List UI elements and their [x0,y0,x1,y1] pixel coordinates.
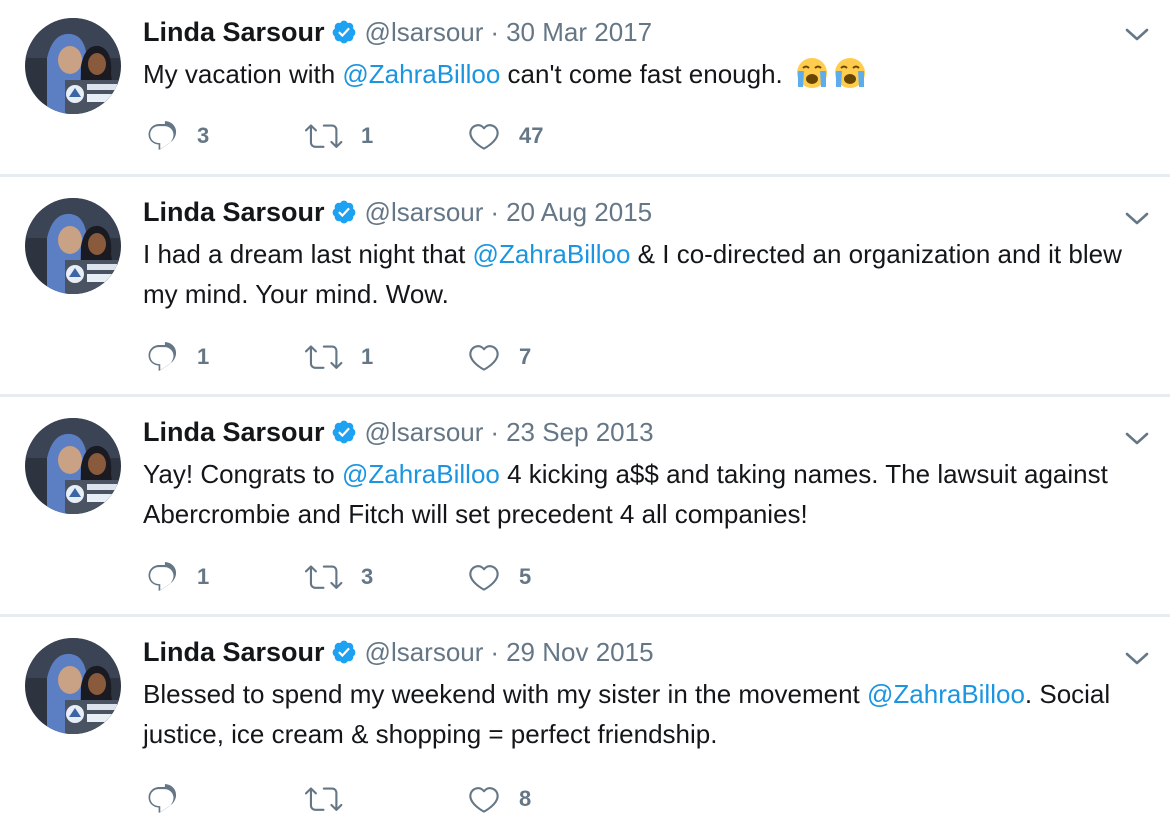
tweet-date[interactable]: 20 Aug 2015 [506,197,652,228]
tweet-text-part: Yay! Congrats to [143,459,342,489]
tweet-card[interactable]: Linda Sarsour @lsarsour · 29 Nov 2015 Bl… [0,614,1170,830]
tweet-text: My vacation with @ZahraBilloo can't come… [143,54,1153,100]
retweet-button[interactable]: 1 [305,118,373,154]
reply-button[interactable]: 3 [145,118,209,154]
like-heart-icon [467,119,501,153]
separator-dot: · [490,416,500,447]
reply-icon [145,560,179,594]
retweet-icon [305,119,343,153]
chevron-down-icon[interactable] [1124,210,1150,228]
verified-badge-icon [331,639,357,665]
tweet-text-part: can't come fast enough. [500,59,783,89]
tweet-date[interactable]: 30 Mar 2017 [506,17,652,48]
like-heart-icon [467,782,501,816]
reply-button[interactable]: 1 [145,339,209,375]
retweet-icon [305,560,343,594]
author-name[interactable]: Linda Sarsour [143,197,325,228]
tweet-header: Linda Sarsour @lsarsour · 29 Nov 2015 [143,636,654,668]
separator-dot: · [490,196,500,227]
retweet-button[interactable]: 3 [305,559,373,595]
tweet-card[interactable]: Linda Sarsour @lsarsour · 30 Mar 2017 My… [0,0,1170,174]
tweet-date[interactable]: 29 Nov 2015 [506,637,653,668]
author-handle[interactable]: @lsarsour [365,637,484,668]
mention-link[interactable]: @ZahraBilloo [342,59,500,89]
avatar[interactable] [25,418,121,514]
reply-button[interactable]: 1 [145,559,209,595]
retweet-icon [305,782,343,816]
reply-icon [145,782,179,816]
tweet-header: Linda Sarsour @lsarsour · 30 Mar 2017 [143,16,652,48]
tweet-text-part: I had a dream last night that [143,239,473,269]
tweet-text: Yay! Congrats to @ZahraBilloo 4 kicking … [143,454,1153,534]
avatar[interactable] [25,198,121,294]
like-button[interactable]: 8 [467,781,531,817]
like-count: 8 [519,786,532,811]
like-button[interactable]: 47 [467,118,543,154]
tweet-card[interactable]: Linda Sarsour @lsarsour · 20 Aug 2015 I … [0,174,1170,394]
reply-count: 3 [197,123,210,148]
tweet-date[interactable]: 23 Sep 2013 [506,417,653,448]
loudly-crying-face-emoji-icon [832,57,868,100]
like-count: 5 [519,564,532,589]
like-button[interactable]: 7 [467,339,531,375]
tweet-header: Linda Sarsour @lsarsour · 23 Sep 2013 [143,416,654,448]
like-count: 47 [519,123,544,148]
chevron-down-icon[interactable] [1124,650,1150,668]
retweet-count: 3 [361,564,374,589]
separator-dot: · [490,16,500,47]
reply-count: 1 [197,564,210,589]
retweet-button[interactable]: 1 [305,339,373,375]
mention-link[interactable]: @ZahraBilloo [473,239,631,269]
verified-badge-icon [331,19,357,45]
author-name[interactable]: Linda Sarsour [143,17,325,48]
avatar[interactable] [25,18,121,114]
reply-count: 1 [197,344,210,369]
author-name[interactable]: Linda Sarsour [143,637,325,668]
tweet-text-part: Blessed to spend my weekend with my sist… [143,679,867,709]
retweet-count: 1 [361,123,374,148]
like-button[interactable]: 5 [467,559,531,595]
author-name[interactable]: Linda Sarsour [143,417,325,448]
verified-badge-icon [331,419,357,445]
like-heart-icon [467,340,501,374]
author-handle[interactable]: @lsarsour [365,17,484,48]
tweet-text-part: My vacation with [143,59,343,89]
author-handle[interactable]: @lsarsour [365,417,484,448]
tweet-text: Blessed to spend my weekend with my sist… [143,674,1153,754]
avatar[interactable] [25,638,121,734]
reply-icon [145,119,179,153]
like-heart-icon [467,560,501,594]
tweet-card[interactable]: Linda Sarsour @lsarsour · 23 Sep 2013 Ya… [0,394,1170,614]
reply-icon [145,340,179,374]
like-count: 7 [519,344,532,369]
retweet-count: 1 [361,344,374,369]
loudly-crying-face-emoji-icon [794,57,830,100]
verified-badge-icon [331,199,357,225]
chevron-down-icon[interactable] [1124,430,1150,448]
mention-link[interactable]: @ZahraBilloo [867,679,1025,709]
separator-dot: · [490,636,500,667]
author-handle[interactable]: @lsarsour [365,197,484,228]
tweet-header: Linda Sarsour @lsarsour · 20 Aug 2015 [143,196,652,228]
retweet-button[interactable] [305,781,361,817]
tweet-text: I had a dream last night that @ZahraBill… [143,234,1153,314]
reply-button[interactable] [145,781,197,817]
tweet-timeline: Linda Sarsour @lsarsour · 30 Mar 2017 My… [0,0,1170,830]
mention-link[interactable]: @ZahraBilloo [342,459,500,489]
retweet-icon [305,340,343,374]
chevron-down-icon[interactable] [1124,26,1150,44]
